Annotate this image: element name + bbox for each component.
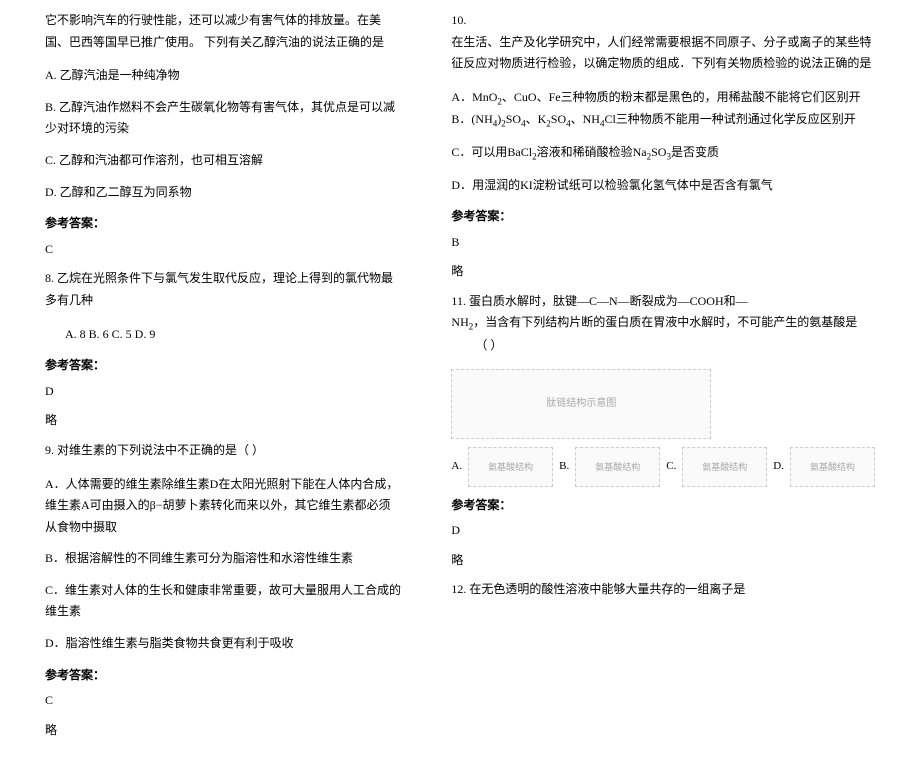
q10-answer: B — [451, 232, 875, 254]
img-alt: 氨基酸结构 — [595, 459, 640, 475]
answer-label: 参考答案： — [451, 206, 875, 228]
omit-text: 略 — [45, 720, 401, 742]
text: 、CuO、Fe三种物质的粉末都是黑色的，用稀盐酸不能将它们区别开 — [502, 90, 861, 104]
text: ，当含有下列结构片断的蛋白质在胃液中水解时，不可能产生的氨基酸是 — [473, 315, 857, 329]
text: 、NH — [571, 112, 600, 126]
q8-options: A. 8 B. 6 C. 5 D. 9 — [45, 324, 401, 346]
left-column: 它不影响汽车的行驶性能，还可以减少有害气体的排放量。在美国、巴西等国早已推广使用… — [30, 10, 426, 749]
opt-b-image: 氨基酸结构 — [575, 447, 660, 487]
text: 溶液和稀硝酸检验Na — [537, 145, 647, 159]
q8-answer: D — [45, 381, 401, 403]
omit-text: 略 — [45, 410, 401, 432]
q10-opt-c: C．可以用BaCl2溶液和稀硝酸检验Na2SO3是否变质 — [451, 142, 875, 165]
opt-d-label: D. — [773, 457, 784, 477]
q-opt-b: B. 乙醇汽油作燃料不会产生碳氧化物等有害气体，其优点是可以减少对环境的污染 — [45, 97, 401, 140]
answer-label: 参考答案： — [45, 213, 401, 235]
text: B．(NH — [451, 112, 492, 126]
peptide-structure-image: 肽链结构示意图 — [451, 369, 711, 439]
q-intro: 它不影响汽车的行驶性能，还可以减少有害气体的排放量。在美国、巴西等国早已推广使用… — [45, 10, 401, 53]
text: （ ） — [475, 338, 502, 352]
q-opt-d: D. 乙醇和乙二醇互为同系物 — [45, 182, 401, 204]
opt-d-image: 氨基酸结构 — [790, 447, 875, 487]
opt-b-label: B. — [559, 457, 569, 477]
text: SO — [551, 112, 566, 126]
q9-text: 9. 对维生素的下列说法中不正确的是（ ） — [45, 440, 401, 462]
q9-answer: C — [45, 690, 401, 712]
omit-text: 略 — [451, 261, 875, 283]
q9-opt-c: C．维生素对人体的生长和健康非常重要，故可大量服用人工合成的维生素 — [45, 580, 401, 623]
answer-value: C — [45, 239, 401, 261]
right-column: 10. 在生活、生产及化学研究中，人们经常需要根据不同原子、分子或离子的某些特征… — [426, 10, 890, 749]
page-container: 它不影响汽车的行驶性能，还可以减少有害气体的排放量。在美国、巴西等国早已推广使用… — [0, 0, 920, 759]
q10-text: 在生活、生产及化学研究中，人们经常需要根据不同原子、分子或离子的某些特征反应对物… — [451, 32, 875, 75]
text: C．可以用BaCl — [451, 145, 532, 159]
img-alt: 氨基酸结构 — [702, 459, 747, 475]
q8-text: 8. 乙烷在光照条件下与氯气发生取代反应，理论上得到的氯代物最多有几种 — [45, 268, 401, 311]
q10-opt-ab: A．MnO2、CuO、Fe三种物质的粉末都是黑色的，用稀盐酸不能将它们区别开 B… — [451, 87, 875, 132]
opt-c-image: 氨基酸结构 — [682, 447, 767, 487]
img-alt: 氨基酸结构 — [810, 459, 855, 475]
text: NH — [451, 315, 468, 329]
q9-opt-a: A．人体需要的维生素除维生素D在太阳光照射下能在人体内合成，维生素A可由摄入的β… — [45, 474, 401, 539]
text: A．MnO — [451, 90, 497, 104]
img-alt: 氨基酸结构 — [488, 459, 533, 475]
answer-label: 参考答案： — [45, 665, 401, 687]
q11-options-row: A. 氨基酸结构 B. 氨基酸结构 C. 氨基酸结构 D. 氨基酸结构 — [451, 447, 875, 487]
text: 11. 蛋白质水解时，肽键—C—N—断裂成为—COOH和— — [451, 294, 747, 308]
opt-c-label: C. — [666, 457, 676, 477]
q12-text: 12. 在无色透明的酸性溶液中能够大量共存的一组离子是 — [451, 579, 875, 601]
answer-label: 参考答案： — [451, 495, 875, 517]
text: 是否变质 — [671, 145, 719, 159]
text: Cl三种物质不能用一种试剂通过化学反应区别开 — [604, 112, 855, 126]
q9-opt-b: B．根据溶解性的不同维生素可分为脂溶性和水溶性维生素 — [45, 548, 401, 570]
text: SO — [506, 112, 521, 126]
opt-a-label: A. — [451, 457, 462, 477]
text: 、K — [526, 112, 547, 126]
q11-answer: D — [451, 520, 875, 542]
q10-num: 10. — [451, 10, 875, 32]
q-opt-a: A. 乙醇汽油是一种纯净物 — [45, 65, 401, 87]
q11-text: 11. 蛋白质水解时，肽键—C—N—断裂成为—COOH和— NH2，当含有下列结… — [451, 291, 875, 357]
answer-label: 参考答案： — [45, 355, 401, 377]
text: SO — [651, 145, 666, 159]
q-opt-c: C. 乙醇和汽油都可作溶剂，也可相互溶解 — [45, 150, 401, 172]
opt-a-image: 氨基酸结构 — [468, 447, 553, 487]
img-alt: 肽链结构示意图 — [546, 395, 616, 413]
q10-opt-d: D．用湿润的KI淀粉试纸可以检验氯化氢气体中是否含有氯气 — [451, 175, 875, 197]
omit-text: 略 — [451, 550, 875, 572]
q9-opt-d: D．脂溶性维生素与脂类食物共食更有利于吸收 — [45, 633, 401, 655]
